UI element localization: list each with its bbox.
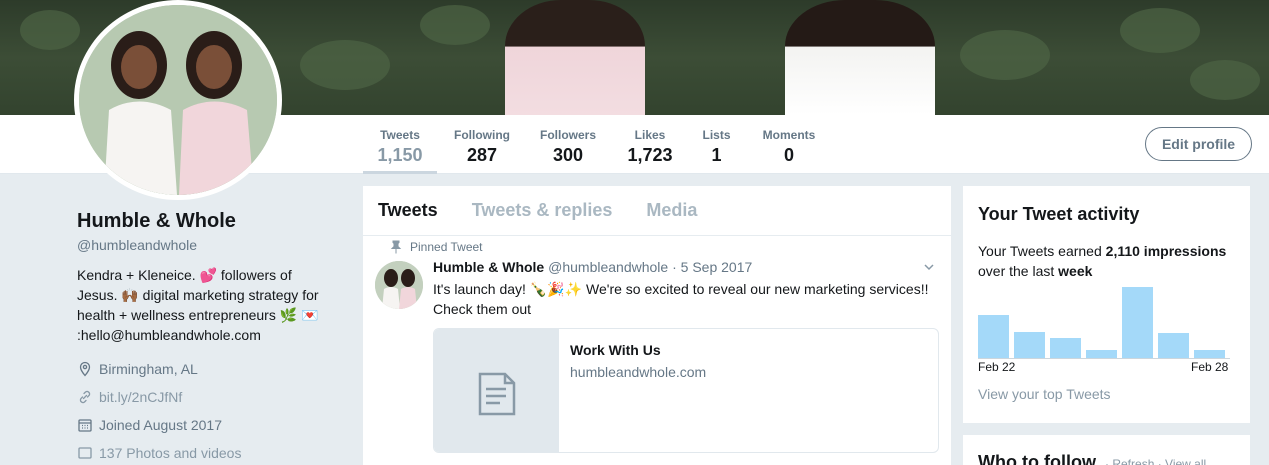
stat-value: 287 bbox=[466, 145, 498, 165]
chart-baseline bbox=[978, 358, 1230, 359]
pinned-indicator: Pinned Tweet bbox=[390, 240, 483, 254]
stat-label: Followers bbox=[539, 128, 596, 142]
profile-handle: @humbleandwhole bbox=[77, 237, 198, 253]
activity-bar[interactable] bbox=[1122, 287, 1153, 359]
tweet-author-name[interactable]: Humble & Whole bbox=[433, 259, 544, 275]
calendar-icon bbox=[78, 419, 92, 432]
stat-lists[interactable]: Lists 1 bbox=[689, 115, 744, 174]
tweet-activity-module: Your Tweet activity Your Tweets earned 2… bbox=[963, 186, 1250, 423]
link-card[interactable]: Work With Us humbleandwhole.com bbox=[433, 328, 939, 453]
stat-value: 0 bbox=[783, 145, 794, 165]
activity-bar[interactable] bbox=[1050, 337, 1081, 359]
joined-text: Joined August 2017 bbox=[99, 417, 222, 433]
profile-location: Birmingham, AL bbox=[77, 359, 347, 379]
view-top-tweets-link[interactable]: View your top Tweets bbox=[978, 386, 1111, 402]
profile-joined: Joined August 2017 bbox=[77, 415, 347, 435]
tweet-separator: · bbox=[668, 259, 681, 275]
who-to-follow-module: Who to follow · Refresh · View all bbox=[963, 435, 1250, 465]
timeline: Tweets Tweets & replies Media Pinned Twe… bbox=[363, 186, 951, 465]
bio-line: :hello@humbleandwhole.com bbox=[77, 327, 261, 343]
tweet-header: Humble & Whole @humbleandwhole · 5 Sep 2… bbox=[433, 259, 752, 275]
tweet-avatar[interactable] bbox=[375, 261, 423, 309]
chevron-down-icon[interactable] bbox=[923, 261, 935, 273]
tweet-date[interactable]: 5 Sep 2017 bbox=[681, 259, 753, 275]
tweet-author-handle[interactable]: @humbleandwhole bbox=[548, 259, 668, 275]
activity-title: Your Tweet activity bbox=[978, 204, 1140, 224]
pin-icon bbox=[390, 240, 402, 254]
who-to-follow-title: Who to follow bbox=[978, 452, 1096, 465]
profile-name[interactable]: Humble & Whole bbox=[77, 210, 347, 233]
profile-avatar[interactable] bbox=[74, 0, 282, 200]
activity-period: week bbox=[1058, 263, 1093, 279]
bio-line: Jesus. 🙌🏾 digital marketing strategy for bbox=[77, 287, 319, 303]
activity-bar[interactable] bbox=[978, 315, 1009, 359]
timeline-tabs: Tweets Tweets & replies Media bbox=[363, 186, 951, 236]
activity-text-pre: Your Tweets earned bbox=[978, 243, 1106, 259]
pinned-label: Pinned Tweet bbox=[410, 240, 483, 254]
stat-followers[interactable]: Followers 300 bbox=[531, 115, 605, 174]
profile-website[interactable]: bit.ly/2nCJfNf bbox=[77, 387, 347, 407]
wtf-separator: · bbox=[1154, 457, 1166, 465]
tweet-text: It's launch day! 🍾🎉✨ We're so excited to… bbox=[433, 279, 943, 319]
profile-card: Humble & Whole @humbleandwhole Kendra + … bbox=[77, 210, 347, 463]
photo-icon bbox=[78, 447, 92, 459]
stat-label: Tweets bbox=[380, 128, 420, 142]
tweet-text-line: Check them out bbox=[433, 301, 532, 317]
tab-media[interactable]: Media bbox=[646, 200, 697, 235]
stat-value: 300 bbox=[552, 145, 584, 165]
refresh-link[interactable]: Refresh bbox=[1112, 457, 1154, 465]
edit-profile-button[interactable]: Edit profile bbox=[1145, 127, 1252, 161]
activity-impressions: 2,110 impressions bbox=[1105, 243, 1227, 259]
stat-following[interactable]: Following 287 bbox=[445, 115, 519, 174]
location-pin-icon bbox=[79, 361, 91, 377]
profile-photos[interactable]: 137 Photos and videos bbox=[77, 443, 347, 463]
activity-summary: Your Tweets earned 2,110 impressions ove… bbox=[978, 241, 1238, 281]
who-to-follow-links: · Refresh · View all bbox=[1105, 457, 1206, 465]
activity-date-start: Feb 22 bbox=[978, 360, 1016, 374]
location-text: Birmingham, AL bbox=[99, 361, 198, 377]
stat-label: Following bbox=[454, 128, 510, 142]
activity-bar[interactable] bbox=[1158, 333, 1189, 359]
stat-likes[interactable]: Likes 1,723 bbox=[613, 115, 687, 174]
bio-line: health + wellness entrepreneurs 🌿 💌 bbox=[77, 307, 319, 323]
tweet-text-line: It's launch day! 🍾🎉✨ We're so excited to… bbox=[433, 281, 929, 297]
stat-label: Lists bbox=[702, 128, 731, 142]
activity-text-mid: over the last bbox=[978, 263, 1059, 279]
card-title: Work With Us bbox=[570, 342, 661, 358]
stat-moments[interactable]: Moments 0 bbox=[754, 115, 824, 174]
website-link[interactable]: bit.ly/2nCJfNf bbox=[99, 389, 182, 405]
stat-value: 1 bbox=[711, 145, 722, 165]
activity-date-end: Feb 28 bbox=[1191, 360, 1229, 374]
card-url: humbleandwhole.com bbox=[570, 364, 707, 380]
link-icon bbox=[79, 390, 91, 404]
profile-bio: Kendra + Kleneice. 💕 followers of Jesus.… bbox=[77, 265, 347, 345]
card-thumbnail bbox=[434, 329, 559, 452]
stat-label: Moments bbox=[762, 128, 816, 142]
tab-tweets-replies[interactable]: Tweets & replies bbox=[472, 200, 613, 235]
stat-value: 1,723 bbox=[627, 145, 673, 165]
activity-bar[interactable] bbox=[1014, 331, 1045, 359]
stat-label: Likes bbox=[634, 128, 666, 142]
photos-link[interactable]: 137 Photos and videos bbox=[99, 445, 241, 461]
stat-value: 1,150 bbox=[377, 145, 423, 165]
bio-line: Kendra + Kleneice. 💕 followers of bbox=[77, 267, 292, 283]
view-all-link[interactable]: View all bbox=[1165, 457, 1206, 465]
tab-tweets[interactable]: Tweets bbox=[378, 200, 438, 235]
document-icon bbox=[478, 372, 516, 416]
activity-chart[interactable] bbox=[978, 281, 1230, 359]
stat-tweets[interactable]: Tweets 1,150 bbox=[363, 115, 437, 174]
